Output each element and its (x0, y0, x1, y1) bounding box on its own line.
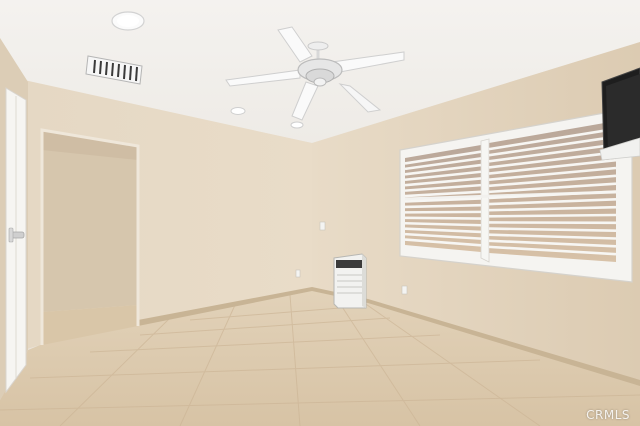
wall-outlet (295, 269, 301, 278)
louver-slat (488, 213, 617, 218)
louver-slat (404, 216, 482, 220)
louver-slat (404, 210, 482, 214)
room-illustration (0, 0, 640, 426)
tv-icon (599, 67, 640, 161)
light-switch (319, 221, 326, 231)
louver-slat (404, 203, 482, 209)
room-photo: CRMLS (0, 0, 640, 426)
wall-heater-icon (333, 253, 367, 309)
wall-outlet-2 (401, 285, 408, 295)
watermark-logo: CRMLS (586, 408, 630, 422)
